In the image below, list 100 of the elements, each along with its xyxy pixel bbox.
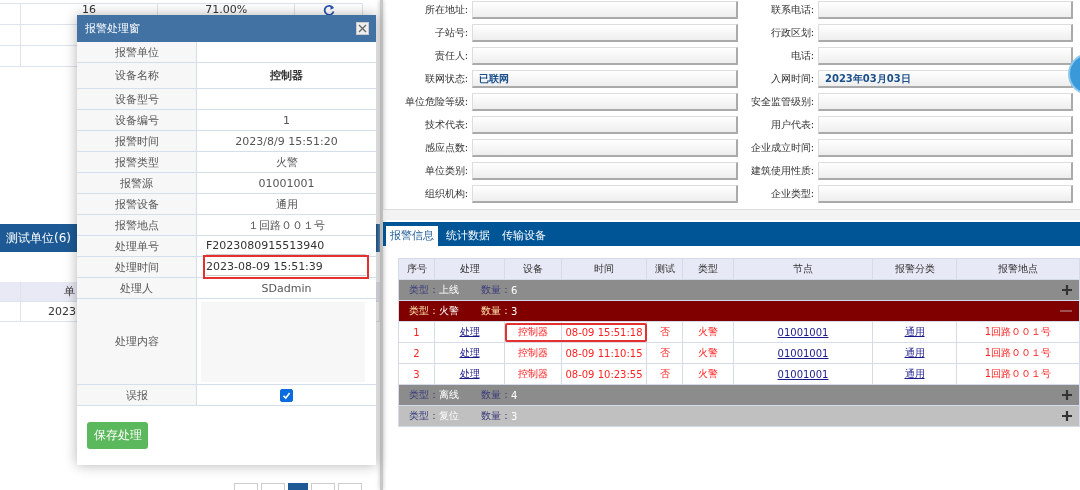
group-type: 复位 [439, 409, 459, 423]
table-cell: 08-09 11:10:15 [565, 347, 643, 359]
field-value: 控制器 [270, 68, 303, 83]
group-label: 数量： [481, 409, 511, 423]
field-label: 设备名称 [77, 63, 197, 89]
input-field[interactable] [818, 47, 1073, 65]
input-field[interactable] [472, 116, 738, 134]
table-link[interactable]: 通用 [904, 326, 925, 337]
table-cell: 控制器 [518, 347, 548, 358]
group-count: 6 [511, 284, 518, 296]
field-label: 处理单号 [77, 236, 197, 257]
group-row[interactable]: 类型：复位 数量：3 [398, 405, 1080, 427]
field-label: 用户代表: [769, 118, 814, 132]
field-label: 报警时间 [77, 131, 197, 152]
field-label: 感应点数: [423, 141, 468, 155]
field-label: 报警类型 [77, 152, 197, 173]
close-icon [358, 24, 367, 33]
table-cell: 08-09 15:51:18 [565, 326, 643, 338]
field-value: 通用 [275, 196, 298, 212]
input-field[interactable]: F2023080915513940 [206, 237, 366, 255]
field-label: 电话: [789, 49, 814, 63]
table-cell: 1 [413, 326, 420, 338]
input-field[interactable] [472, 24, 738, 42]
table-link[interactable]: 处理 [459, 326, 480, 337]
field-label: 建筑使用性质: [749, 164, 814, 178]
input-field[interactable] [818, 162, 1073, 180]
field-label: 报警源 [77, 173, 197, 194]
input-field[interactable]: 已联网 [472, 70, 738, 88]
table-cell: 火警 [698, 368, 718, 379]
table-link[interactable]: 通用 [904, 368, 925, 379]
input-field[interactable] [472, 162, 738, 180]
input-field[interactable] [818, 93, 1073, 111]
table-cell: 1回路００１号 [984, 347, 1052, 358]
table-cell: 控制器 [518, 326, 548, 337]
group-label: 类型： [409, 409, 439, 423]
field-label: 报警地点 [77, 215, 197, 236]
dialog-title: 报警处理窗 [85, 21, 140, 36]
column-header: 时间 [561, 258, 647, 280]
input-field[interactable] [818, 139, 1073, 157]
column-header: 设备 [504, 258, 562, 280]
input-field[interactable] [472, 1, 738, 19]
field-value: 01001001 [258, 176, 315, 190]
input-field[interactable] [472, 185, 738, 203]
column-header: 类型 [682, 258, 734, 280]
group-row[interactable]: 类型：火警 数量：3 [398, 300, 1080, 322]
close-button[interactable] [356, 22, 369, 35]
input-field[interactable] [472, 139, 738, 157]
column-header: 节点 [733, 258, 873, 280]
group-count: 3 [511, 305, 518, 317]
input-field[interactable] [472, 47, 738, 65]
field-label: 处理时间 [77, 257, 197, 278]
tab[interactable]: 统计数据 [442, 226, 494, 246]
group-label: 数量： [481, 304, 511, 318]
table-link[interactable]: 处理 [459, 368, 480, 379]
field-label: 联系电话: [769, 3, 814, 17]
column-header: 序号 [398, 258, 435, 280]
field-label: 联网状态: [423, 72, 468, 86]
plus-icon [1061, 284, 1073, 296]
tab[interactable]: 传输设备 [498, 226, 550, 246]
field-label: 责任人: [433, 49, 468, 63]
table-cell: 2 [413, 347, 420, 359]
column-header: 报警分类 [872, 258, 957, 280]
table-cell: 火警 [698, 326, 718, 337]
field-label: 报警设备 [77, 194, 197, 215]
group-label: 数量： [481, 388, 511, 402]
field-label: 设备编号 [77, 110, 197, 131]
table-cell: 否 [659, 326, 670, 337]
input-field[interactable] [472, 93, 738, 111]
check-icon [282, 390, 291, 400]
field-value: SDadmin [261, 281, 312, 295]
field-label: 组织机构: [423, 187, 468, 201]
input-field[interactable] [818, 24, 1073, 42]
input-field[interactable] [818, 116, 1073, 134]
table-link[interactable]: 通用 [904, 347, 925, 358]
table-cell: 否 [659, 368, 670, 379]
tab[interactable]: 报警信息 [386, 226, 438, 246]
checkbox[interactable] [280, 388, 293, 402]
field-label: 入网时间: [769, 72, 814, 86]
field-label: 行政区划: [769, 26, 814, 40]
input-field[interactable]: 2023年03月03日 [818, 70, 1073, 88]
field-value: 2023/8/9 15:51:20 [235, 134, 338, 148]
field-label: 设备型号 [77, 89, 197, 110]
field-label: 技术代表: [423, 118, 468, 132]
table-link[interactable]: 处理 [459, 347, 480, 358]
field-label: 处理人 [77, 278, 197, 299]
group-type: 离线 [439, 388, 459, 402]
input-field[interactable] [818, 1, 1073, 19]
group-label: 类型： [409, 388, 439, 402]
input-field[interactable] [818, 185, 1073, 203]
input-field[interactable]: 2023-08-09 15:51:39 [206, 258, 366, 276]
table-cell: 1回路００１号 [984, 368, 1052, 379]
column-header: 报警地点 [956, 258, 1080, 280]
field-label: 报警单位 [77, 42, 197, 63]
plus-icon [1061, 389, 1073, 401]
table-cell: 控制器 [518, 368, 548, 379]
field-label: 单位类别: [423, 164, 468, 178]
group-type: 火警 [439, 304, 459, 318]
table-cell: 3 [413, 368, 420, 380]
field-label: 误报 [77, 385, 197, 406]
field-label: 安全监管级别: [749, 95, 814, 109]
